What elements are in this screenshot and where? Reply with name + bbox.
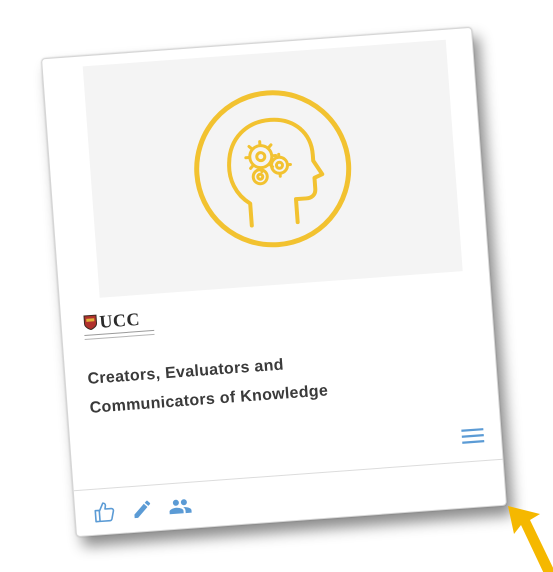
pointer-arrow-icon [508, 506, 553, 572]
logo-subtitle-lines [84, 329, 155, 341]
pencil-icon [134, 500, 151, 518]
card-image[interactable] [82, 39, 463, 298]
like-button[interactable] [90, 498, 118, 526]
card-wrapper: UCC Creators, Evaluators and Communicato… [41, 26, 507, 538]
screenshot-stage: UCC Creators, Evaluators and Communicato… [0, 0, 553, 572]
card-menu-button[interactable] [460, 426, 485, 448]
participants-button[interactable] [166, 492, 194, 520]
logo-text: UCC [98, 308, 141, 332]
head-with-gears-icon [194, 90, 352, 248]
ucc-logo: UCC [83, 308, 155, 347]
edit-button[interactable] [128, 495, 156, 523]
card-title[interactable]: Creators, Evaluators and Communicators o… [87, 337, 470, 423]
crest-icon [83, 314, 98, 331]
card-footer [73, 458, 506, 537]
people-icon [169, 498, 192, 514]
course-card[interactable]: UCC Creators, Evaluators and Communicato… [41, 26, 507, 538]
hamburger-menu-icon [461, 428, 485, 444]
thumbs-up-icon [94, 501, 115, 522]
